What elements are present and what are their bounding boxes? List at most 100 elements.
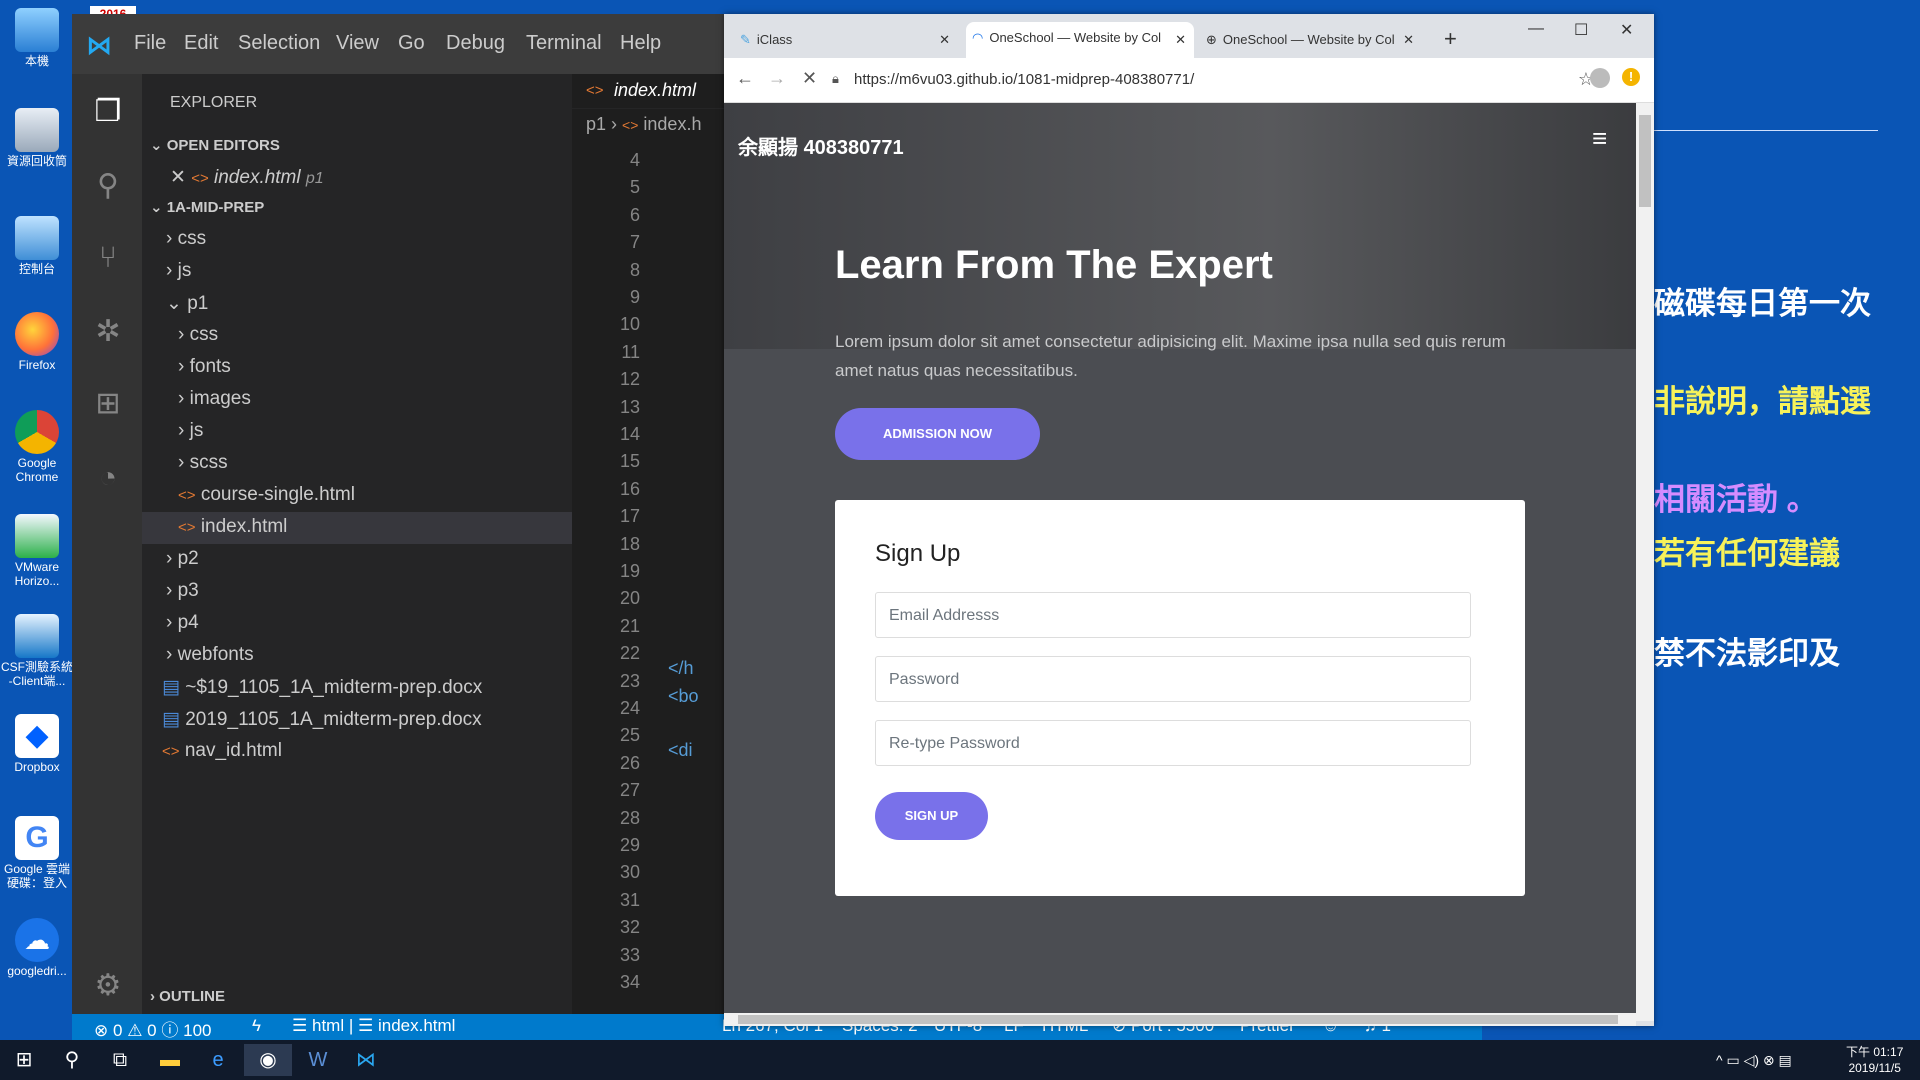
- maximize-icon[interactable]: ☐: [1574, 20, 1588, 40]
- lightning-icon[interactable]: ϟ: [252, 1016, 261, 1036]
- editor-tab[interactable]: <> index.html: [572, 74, 724, 109]
- folder-p1-js[interactable]: › js: [178, 420, 203, 442]
- file-explorer-icon[interactable]: ▬: [146, 1044, 194, 1076]
- problems-indicator[interactable]: ⊗ 0 ⚠ 0 ⓘ 100: [94, 1016, 211, 1041]
- code-editor[interactable]: <> index.html p1 › <> index.h 4 5 6 7 8 9 10 11…: [572, 74, 724, 1020]
- line-number: 21: [619, 615, 640, 636]
- extensions-icon[interactable]: ⊞: [90, 386, 126, 422]
- menu-selection[interactable]: Selection: [238, 32, 320, 55]
- menu-terminal[interactable]: Terminal: [526, 32, 602, 55]
- forward-arrow-icon[interactable]: →: [768, 68, 786, 89]
- document-line: 相關活動 。: [1654, 482, 1818, 517]
- new-tab-icon[interactable]: +: [1444, 26, 1457, 52]
- language-breadcrumb[interactable]: ☰ html | ☰ index.html: [292, 1016, 455, 1036]
- file-midterm-docx[interactable]: ▤ 2019_1105_1A_midterm-prep.docx: [162, 708, 482, 731]
- browser-tab-iclass[interactable]: ✎ iClass ✕: [734, 24, 958, 56]
- desktop-icon-this-pc[interactable]: 本機: [0, 8, 74, 68]
- close-window-icon[interactable]: ✕: [1620, 20, 1633, 40]
- vscode-taskbar-icon[interactable]: ⋈: [342, 1044, 390, 1076]
- folder-scss[interactable]: › scss: [178, 452, 228, 474]
- desktop-icon-chrome[interactable]: Google Chrome: [0, 410, 74, 484]
- folder-js[interactable]: › js: [166, 260, 191, 282]
- password-field[interactable]: Password: [875, 656, 1471, 702]
- debug-icon[interactable]: ✲: [90, 314, 126, 350]
- folder-p1-css[interactable]: › css: [178, 324, 218, 346]
- file-course-single[interactable]: <> course-single.html: [178, 484, 355, 506]
- folder-images[interactable]: › images: [178, 388, 251, 410]
- chevron-right-icon: ›: [178, 388, 185, 409]
- signup-button[interactable]: SIGN UP: [875, 792, 988, 840]
- hamburger-menu-icon[interactable]: ≡: [1592, 123, 1607, 154]
- open-editors-header[interactable]: ⌄ OPEN EDITORS: [150, 136, 280, 154]
- email-field[interactable]: Email Addresss: [875, 592, 1471, 638]
- menu-edit[interactable]: Edit: [184, 32, 218, 55]
- scrollbar-thumb[interactable]: [1639, 115, 1651, 207]
- source-control-icon[interactable]: ⑂: [90, 240, 126, 276]
- folder-css[interactable]: › css: [166, 228, 206, 250]
- file-nav-id[interactable]: <> nav_id.html: [162, 740, 282, 762]
- breadcrumb[interactable]: p1 › <> index.h: [586, 114, 701, 135]
- folder-webfonts[interactable]: › webfonts: [166, 644, 254, 666]
- omnibox[interactable]: 🔒︎ https://m6vu03.github.io/1081-midprep…: [828, 64, 1598, 96]
- folder-p2[interactable]: › p2: [166, 548, 199, 570]
- tab-close-icon[interactable]: ✕: [1175, 24, 1186, 56]
- minimize-icon[interactable]: —: [1528, 20, 1544, 38]
- search-icon[interactable]: ⚲: [90, 168, 126, 204]
- file-temp-docx[interactable]: ▤ ~$19_1105_1A_midterm-prep.docx: [162, 676, 482, 699]
- url-text[interactable]: https://m6vu03.github.io/1081-midprep-40…: [854, 71, 1194, 88]
- admission-now-button[interactable]: ADMISSION NOW: [835, 408, 1040, 460]
- retype-password-field[interactable]: Re-type Password: [875, 720, 1471, 766]
- desktop-icon-vmware[interactable]: VMware Horizo...: [0, 514, 74, 588]
- desktop-icon-dropbox[interactable]: ◆ Dropbox: [0, 714, 74, 774]
- vertical-scrollbar[interactable]: [1636, 103, 1654, 1021]
- update-alert-icon[interactable]: !: [1622, 68, 1640, 86]
- desktop-icon-control-panel[interactable]: 控制台: [0, 216, 74, 276]
- chrome-taskbar-icon[interactable]: ◉: [244, 1044, 292, 1076]
- hero-title: Learn From The Expert: [835, 243, 1273, 287]
- menu-help[interactable]: Help: [620, 32, 661, 55]
- menu-debug[interactable]: Debug: [446, 32, 505, 55]
- volume-icon: ◁): [1743, 1052, 1760, 1068]
- close-icon[interactable]: ✕: [170, 167, 186, 188]
- line-number: 15: [619, 451, 640, 472]
- edge-icon[interactable]: e: [194, 1044, 242, 1076]
- menu-view[interactable]: View: [336, 32, 379, 55]
- error-count: 0: [112, 1021, 123, 1040]
- file-index[interactable]: <> index.html: [178, 516, 287, 538]
- back-arrow-icon[interactable]: ←: [736, 68, 754, 89]
- menu-go[interactable]: Go: [398, 32, 425, 55]
- search-icon[interactable]: ⚲: [48, 1044, 96, 1076]
- outline-header[interactable]: › OUTLINE: [150, 988, 225, 1005]
- desktop-icon-recycle-bin[interactable]: 資源回收筒: [0, 108, 74, 168]
- word-icon[interactable]: W: [294, 1044, 342, 1076]
- explorer-icon[interactable]: ❐: [90, 94, 126, 130]
- folder-p1[interactable]: ⌄ p1: [166, 292, 208, 315]
- folder-p3[interactable]: › p3: [166, 580, 199, 602]
- system-tray[interactable]: ^ ▭ ◁) ⊗ ▤: [1716, 1052, 1792, 1069]
- folder-fonts[interactable]: › fonts: [178, 356, 231, 378]
- project-header[interactable]: ⌄ 1A-MID-PREP: [150, 198, 264, 216]
- browser-tab-active[interactable]: ◠ OneSchool — Website by Col ✕: [966, 22, 1194, 58]
- desktop-icon-googledrive[interactable]: ☁ googledri...: [0, 918, 74, 978]
- tab-title: OneSchool — Website by Col: [989, 30, 1162, 45]
- stop-loading-icon[interactable]: ✕: [802, 68, 817, 89]
- tab-close-icon[interactable]: ✕: [1403, 24, 1414, 56]
- desktop-icon-csf[interactable]: CSF測驗系統 -Client端...: [0, 614, 74, 688]
- open-editor-item[interactable]: ✕ <> index.html p1: [170, 166, 324, 189]
- browser-tab-third[interactable]: ⊕ OneSchool — Website by Col ✕: [1200, 24, 1422, 56]
- menu-file[interactable]: File: [134, 32, 166, 55]
- task-view-icon[interactable]: ⧉: [96, 1044, 144, 1076]
- clock[interactable]: 下午 01:17 2019/11/5: [1846, 1044, 1903, 1076]
- desktop-icon-google-drive-login[interactable]: G Google 雲端 硬碟：登入: [0, 816, 74, 890]
- git-graph-icon[interactable]: ◔: [90, 460, 126, 496]
- horizontal-scrollbar[interactable]: [724, 1013, 1636, 1026]
- tab-close-icon[interactable]: ✕: [939, 24, 950, 56]
- scrollbar-thumb[interactable]: [738, 1015, 1618, 1024]
- document-rule: [1654, 130, 1878, 131]
- profile-avatar-icon[interactable]: [1590, 68, 1610, 88]
- site-brand[interactable]: 余顯揚 408380771: [738, 131, 904, 160]
- settings-gear-icon[interactable]: ⚙: [90, 968, 126, 1004]
- folder-p4[interactable]: › p4: [166, 612, 199, 634]
- desktop-icon-firefox[interactable]: Firefox: [0, 312, 74, 372]
- windows-start-icon[interactable]: ⊞: [0, 1044, 48, 1076]
